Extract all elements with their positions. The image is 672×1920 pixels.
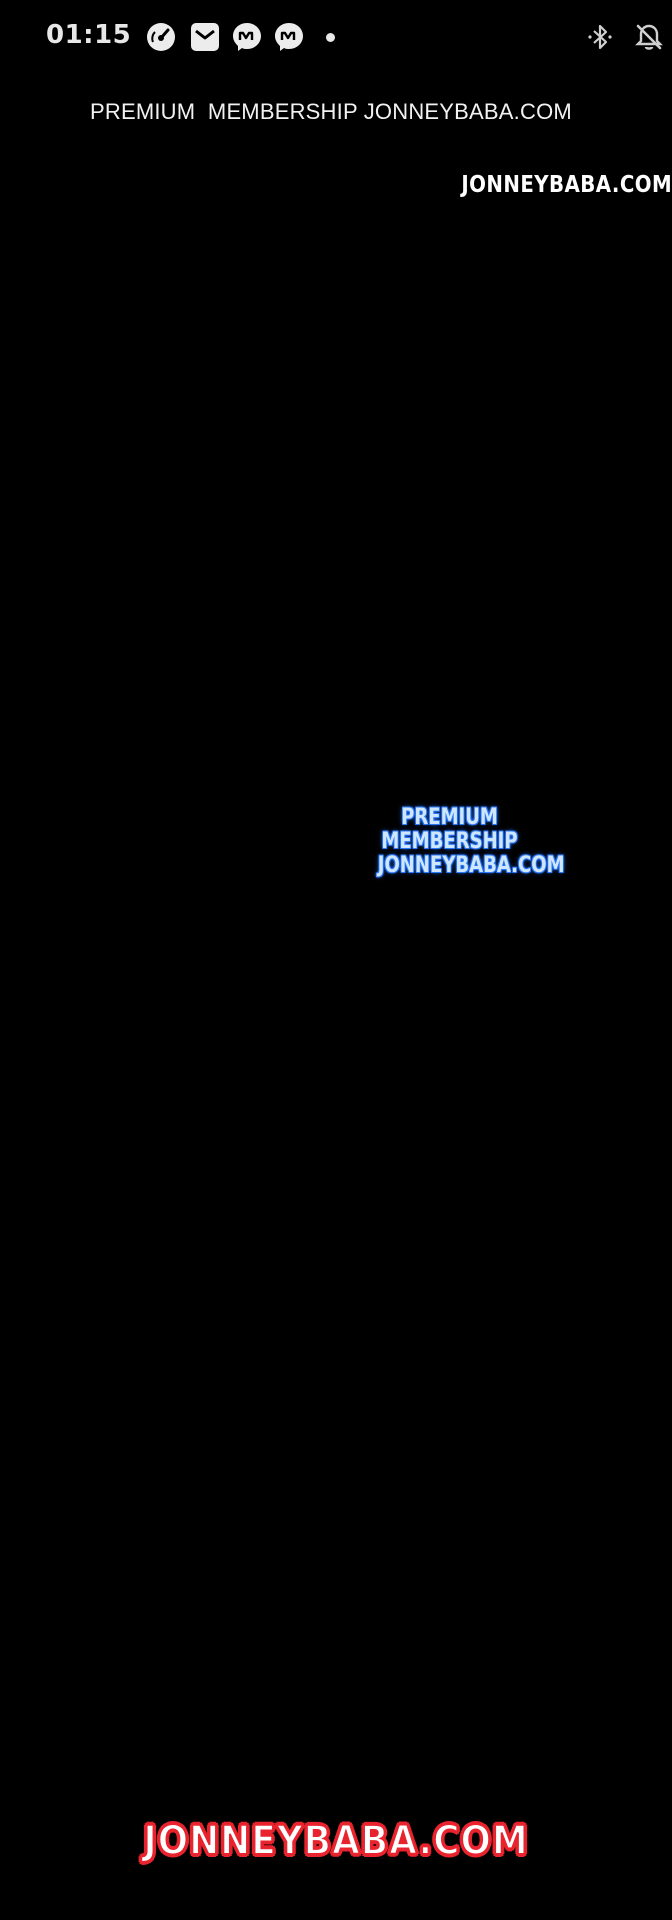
status-time: 01:15 — [46, 20, 132, 50]
more-notifications-dot — [326, 33, 335, 42]
watermark-center-line3: JONNEYBABA.COM — [377, 853, 565, 878]
status-bar: 01:15 — [0, 0, 672, 74]
watermark-center-line2: MEMBERSHIP — [381, 829, 518, 854]
notifications-off-icon — [634, 22, 664, 52]
messenger-icon — [274, 22, 304, 52]
watermark-center: PREMIUM MEMBERSHIP JONNEYBABA.COM — [377, 805, 565, 878]
bluetooth-icon — [586, 22, 616, 52]
watermark-center-line1: PREMIUM — [401, 805, 498, 830]
watermark-top-right: JONNEYBABA.COM — [461, 172, 672, 198]
messenger-icon — [232, 22, 262, 52]
page-title: PREMIUM MEMBERSHIP JONNEYBABA.COM — [90, 99, 572, 124]
watermark-bottom: JONNEYBABA.COM — [142, 1817, 529, 1865]
speedometer-icon — [146, 22, 176, 52]
mail-icon — [190, 22, 220, 52]
